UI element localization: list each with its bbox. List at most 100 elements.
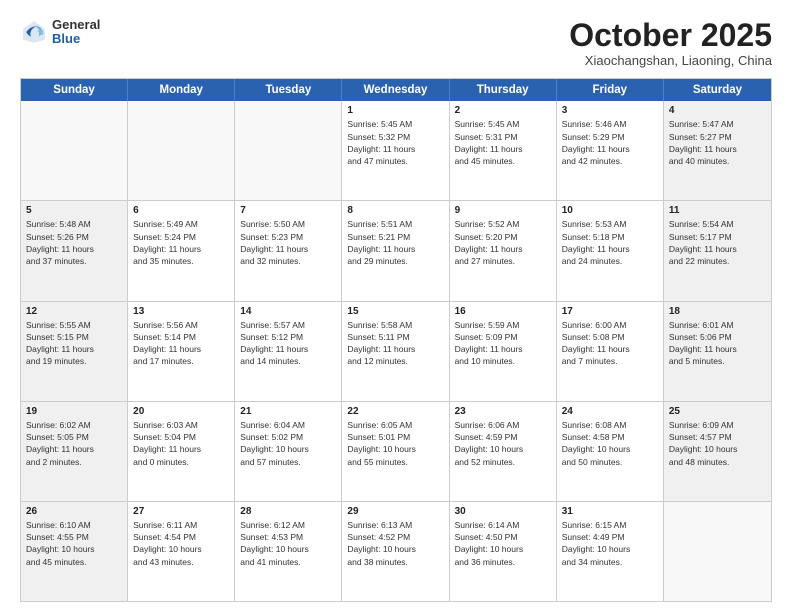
day-header-wednesday: Wednesday [342,79,449,101]
day-number: 22 [347,406,443,417]
empty-cell [128,101,235,200]
day-cell-28: 28 Sunrise: 6:12 AM Sunset: 4:53 PM Dayli… [235,502,342,601]
day-header-saturday: Saturday [664,79,771,101]
logo-general-text: General [52,18,100,32]
day-header-tuesday: Tuesday [235,79,342,101]
day-info: Sunrise: 5:48 AM Sunset: 5:26 PM Dayligh… [26,218,122,267]
location-subtitle: Xiaochangshan, Liaoning, China [569,53,772,68]
day-number: 27 [133,506,229,517]
day-info: Sunrise: 5:55 AM Sunset: 5:15 PM Dayligh… [26,319,122,368]
day-cell-15: 15Sunrise: 5:58 AM Sunset: 5:11 PM Dayli… [342,302,449,401]
day-info: Sunrise: 6:02 AM Sunset: 5:05 PM Dayligh… [26,419,122,468]
logo-icon [20,18,48,46]
day-cell-6: 6 Sunrise: 5:49 AM Sunset: 5:24 PM Daylig… [128,201,235,300]
day-number: 25 [669,406,766,417]
calendar: SundayMondayTuesdayWednesdayThursdayFrid… [20,78,772,602]
day-info: Sunrise: 6:04 AM Sunset: 5:02 PM Dayligh… [240,419,336,468]
day-cell-2: 2 Sunrise: 5:45 AM Sunset: 5:31 PM Daylig… [450,101,557,200]
day-cell-20: 20 Sunrise: 6:03 AM Sunset: 5:04 PM Dayli… [128,402,235,501]
day-cell-31: 31 Sunrise: 6:15 AM Sunset: 4:49 PM Dayli… [557,502,664,601]
empty-cell [235,101,342,200]
day-cell-17: 17 Sunrise: 6:00 AM Sunset: 5:08 PM Dayli… [557,302,664,401]
day-cell-11: 11 Sunrise: 5:54 AM Sunset: 5:17 PM Dayli… [664,201,771,300]
day-cell-14: 14 Sunrise: 5:57 AM Sunset: 5:12 PM Dayli… [235,302,342,401]
day-cell-30: 30 Sunrise: 6:14 AM Sunset: 4:50 PM Dayli… [450,502,557,601]
day-cell-12: 12 Sunrise: 5:55 AM Sunset: 5:15 PM Dayli… [21,302,128,401]
day-header-friday: Friday [557,79,664,101]
day-info: Sunrise: 5:52 AM Sunset: 5:20 PM Dayligh… [455,218,551,267]
day-number: 2 [455,105,551,116]
month-title: October 2025 [569,18,772,53]
day-cell-18: 18 Sunrise: 6:01 AM Sunset: 5:06 PM Dayli… [664,302,771,401]
day-info: Sunrise: 5:47 AM Sunset: 5:27 PM Dayligh… [669,118,766,167]
day-info: Sunrise: 6:15 AM Sunset: 4:49 PM Dayligh… [562,519,658,568]
day-number: 15 [347,306,443,317]
day-number: 31 [562,506,658,517]
day-cell-22: 22Sunrise: 6:05 AM Sunset: 5:01 PM Dayli… [342,402,449,501]
day-number: 10 [562,205,658,216]
day-cell-5: 5 Sunrise: 5:48 AM Sunset: 5:26 PM Daylig… [21,201,128,300]
header: General Blue October 2025 Xiaochangshan,… [20,18,772,68]
day-number: 16 [455,306,551,317]
day-cell-9: 9 Sunrise: 5:52 AM Sunset: 5:20 PM Daylig… [450,201,557,300]
day-number: 21 [240,406,336,417]
day-info: Sunrise: 5:56 AM Sunset: 5:14 PM Dayligh… [133,319,229,368]
day-number: 24 [562,406,658,417]
day-cell-16: 16 Sunrise: 5:59 AM Sunset: 5:09 PM Dayli… [450,302,557,401]
day-info: Sunrise: 6:11 AM Sunset: 4:54 PM Dayligh… [133,519,229,568]
day-info: Sunrise: 6:03 AM Sunset: 5:04 PM Dayligh… [133,419,229,468]
day-info: Sunrise: 5:54 AM Sunset: 5:17 PM Dayligh… [669,218,766,267]
day-info: Sunrise: 6:01 AM Sunset: 5:06 PM Dayligh… [669,319,766,368]
day-header-monday: Monday [128,79,235,101]
day-info: Sunrise: 6:08 AM Sunset: 4:58 PM Dayligh… [562,419,658,468]
day-info: Sunrise: 6:09 AM Sunset: 4:57 PM Dayligh… [669,419,766,468]
calendar-row-0: 1Sunrise: 5:45 AM Sunset: 5:32 PM Daylig… [21,101,771,200]
day-cell-29: 29Sunrise: 6:13 AM Sunset: 4:52 PM Dayli… [342,502,449,601]
day-cell-19: 19Sunrise: 6:02 AM Sunset: 5:05 PM Dayli… [21,402,128,501]
day-info: Sunrise: 6:13 AM Sunset: 4:52 PM Dayligh… [347,519,443,568]
day-info: Sunrise: 6:06 AM Sunset: 4:59 PM Dayligh… [455,419,551,468]
calendar-header: SundayMondayTuesdayWednesdayThursdayFrid… [21,79,771,101]
day-number: 5 [26,205,122,216]
day-cell-13: 13Sunrise: 5:56 AM Sunset: 5:14 PM Dayli… [128,302,235,401]
day-info: Sunrise: 6:00 AM Sunset: 5:08 PM Dayligh… [562,319,658,368]
day-info: Sunrise: 5:45 AM Sunset: 5:32 PM Dayligh… [347,118,443,167]
day-number: 18 [669,306,766,317]
day-number: 30 [455,506,551,517]
calendar-row-2: 12 Sunrise: 5:55 AM Sunset: 5:15 PM Dayli… [21,301,771,401]
day-number: 4 [669,105,766,116]
calendar-row-1: 5 Sunrise: 5:48 AM Sunset: 5:26 PM Daylig… [21,200,771,300]
day-info: Sunrise: 6:14 AM Sunset: 4:50 PM Dayligh… [455,519,551,568]
day-info: Sunrise: 5:46 AM Sunset: 5:29 PM Dayligh… [562,118,658,167]
page: General Blue October 2025 Xiaochangshan,… [0,0,792,612]
empty-cell [664,502,771,601]
day-info: Sunrise: 6:12 AM Sunset: 4:53 PM Dayligh… [240,519,336,568]
day-number: 3 [562,105,658,116]
day-info: Sunrise: 5:59 AM Sunset: 5:09 PM Dayligh… [455,319,551,368]
day-cell-4: 4 Sunrise: 5:47 AM Sunset: 5:27 PM Daylig… [664,101,771,200]
logo: General Blue [20,18,100,47]
day-header-thursday: Thursday [450,79,557,101]
empty-cell [21,101,128,200]
day-info: Sunrise: 5:57 AM Sunset: 5:12 PM Dayligh… [240,319,336,368]
day-number: 23 [455,406,551,417]
day-number: 11 [669,205,766,216]
day-number: 12 [26,306,122,317]
day-number: 9 [455,205,551,216]
day-number: 17 [562,306,658,317]
day-cell-3: 3 Sunrise: 5:46 AM Sunset: 5:29 PM Daylig… [557,101,664,200]
day-info: Sunrise: 5:50 AM Sunset: 5:23 PM Dayligh… [240,218,336,267]
day-info: Sunrise: 5:49 AM Sunset: 5:24 PM Dayligh… [133,218,229,267]
logo-blue-text: Blue [52,32,100,46]
day-cell-1: 1Sunrise: 5:45 AM Sunset: 5:32 PM Daylig… [342,101,449,200]
day-info: Sunrise: 5:45 AM Sunset: 5:31 PM Dayligh… [455,118,551,167]
day-number: 14 [240,306,336,317]
day-number: 8 [347,205,443,216]
day-number: 6 [133,205,229,216]
day-number: 28 [240,506,336,517]
day-cell-21: 21 Sunrise: 6:04 AM Sunset: 5:02 PM Dayli… [235,402,342,501]
day-number: 20 [133,406,229,417]
day-info: Sunrise: 5:51 AM Sunset: 5:21 PM Dayligh… [347,218,443,267]
day-info: Sunrise: 5:53 AM Sunset: 5:18 PM Dayligh… [562,218,658,267]
day-cell-7: 7Sunrise: 5:50 AM Sunset: 5:23 PM Daylig… [235,201,342,300]
